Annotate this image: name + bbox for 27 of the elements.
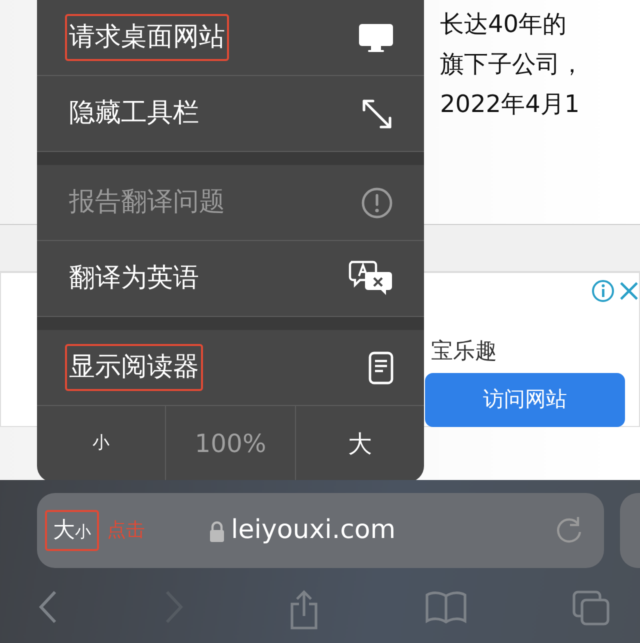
exclamation-circle-icon [360, 186, 394, 220]
document-icon [368, 350, 394, 384]
info-icon[interactable] [591, 279, 615, 303]
article-text: 2022年4月1 [440, 90, 580, 118]
ad-text: 宝乐趣 [431, 338, 497, 366]
article-text: 长达40年的 [440, 10, 567, 38]
annotation-text: 点击 [107, 518, 145, 544]
share-icon[interactable] [289, 590, 319, 630]
reload-icon[interactable] [554, 516, 584, 546]
tabs-icon[interactable] [572, 590, 610, 628]
article-text: 旗下子公司， [440, 50, 584, 78]
monitor-icon [358, 22, 394, 54]
address-bar[interactable]: 大小 点击 leiyouxi.com [37, 493, 604, 568]
url-text: leiyouxi.com [231, 514, 396, 547]
close-icon[interactable] [619, 281, 639, 301]
book-icon[interactable] [424, 590, 466, 624]
menu-item[interactable]: 请求桌面网站 [37, 0, 424, 76]
menu-item[interactable]: 显示阅读器 [37, 330, 424, 406]
text-size-button[interactable]: 大小 [45, 510, 99, 551]
annotated-label: 请求桌面网站 [65, 14, 229, 61]
lock-icon [209, 520, 225, 542]
larger-text-button[interactable]: 大 [296, 406, 424, 482]
back-icon[interactable] [38, 590, 58, 624]
expand-arrows-icon [360, 96, 394, 130]
visit-site-button[interactable]: 访问网站 [425, 373, 625, 427]
translate-icon [348, 260, 394, 298]
annotated-label: 显示阅读器 [65, 344, 203, 391]
